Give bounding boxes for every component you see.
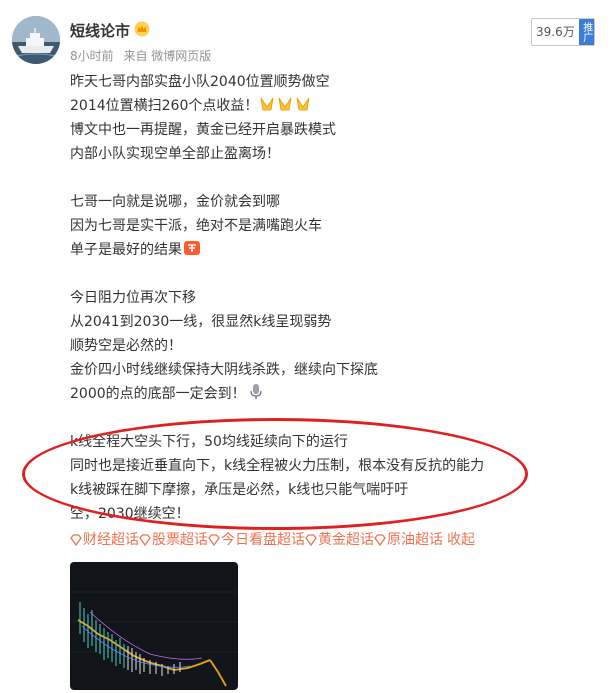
post-gap — [70, 262, 600, 286]
post-line: 内部小队实现空单全部止盈离场！ — [70, 146, 280, 162]
praying-hands-emoji — [260, 97, 310, 111]
post-line: 昨天七哥内部实盘小队2040位置顺势做空 — [70, 74, 330, 90]
post-line: 空，2030继续空！ — [70, 506, 190, 522]
post-image-thumbnail[interactable] — [70, 562, 238, 690]
username-link[interactable]: 短线论市 — [70, 20, 130, 41]
post-line: 今日阻力位再次下移 — [70, 290, 196, 306]
super-topic-diamond-icon — [70, 534, 82, 546]
candlestick-chart-image — [70, 591, 238, 687]
promo-badge[interactable]: 推广 — [578, 19, 594, 45]
post-line: 博文中也一再提醒，黄金已经开启暴跌模式 — [70, 122, 336, 138]
microphone-emoji — [249, 384, 262, 399]
post-line: 2014位置横扫260个点收益！ — [70, 94, 600, 118]
super-topic-diamond-icon — [374, 534, 386, 546]
avatar-ship-image — [12, 16, 60, 64]
post-gap — [70, 406, 600, 430]
collapse-link[interactable]: 收起 — [447, 532, 475, 548]
topic-link[interactable]: 今日看盘超话 — [208, 532, 305, 548]
fighting-emoji — [184, 241, 200, 255]
post-time[interactable]: 8小时前 — [70, 49, 114, 63]
read-counter-box: 39.6万 推广 — [531, 18, 595, 46]
topic-link[interactable]: 财经超话 — [70, 532, 139, 548]
post-line: 同时也是接近垂直向下，k线全程被火力压制，根本没有反抗的能力 — [70, 458, 485, 474]
post-meta: 8小时前 来自 微博网页版 — [70, 47, 217, 64]
post-text: 昨天七哥内部实盘小队2040位置顺势做空 2014位置横扫260个点收益！ 博文… — [70, 70, 600, 526]
super-topic-diamond-icon — [208, 534, 220, 546]
post-line: 金价四小时线继续保持大阴线杀跌，继续向下探底 — [70, 362, 378, 378]
post-line: k线被踩在脚下摩擦，承压是必然，k线也只能气喘吁吁 — [70, 482, 409, 498]
read-counter-value: 39.6万 — [536, 25, 575, 39]
post-source: 来自 微博网页版 — [123, 49, 212, 63]
post-line: 从2041到2030一线，很显然k线呈现弱势 — [70, 314, 332, 330]
super-topic-diamond-icon — [305, 534, 317, 546]
topic-link[interactable]: 股票超话 — [139, 532, 208, 548]
post-line: 单子是最好的结果 — [70, 238, 600, 262]
post-line: k线全程大空头下行，50均线延续向下的运行 — [70, 434, 348, 450]
post-line: 因为七哥是实干派，绝对不是满嘴跑火车 — [70, 218, 322, 234]
post-gap — [70, 166, 600, 190]
topic-link[interactable]: 黄金超话 — [305, 532, 374, 548]
topic-list: 财经超话 股票超话 今日看盘超话 黄金超话 原油超话 收起 — [70, 528, 475, 552]
post-line: 顺势空是必然的！ — [70, 338, 182, 354]
super-topic-diamond-icon — [139, 534, 151, 546]
post-line: 七哥一向就是说哪，金价就会到哪 — [70, 194, 280, 210]
crown-badge-icon[interactable] — [134, 21, 150, 37]
topic-link[interactable]: 原油超话 — [374, 532, 443, 548]
avatar[interactable] — [12, 16, 60, 64]
post-line: 2000的点的底部一定会到！ — [70, 382, 600, 406]
